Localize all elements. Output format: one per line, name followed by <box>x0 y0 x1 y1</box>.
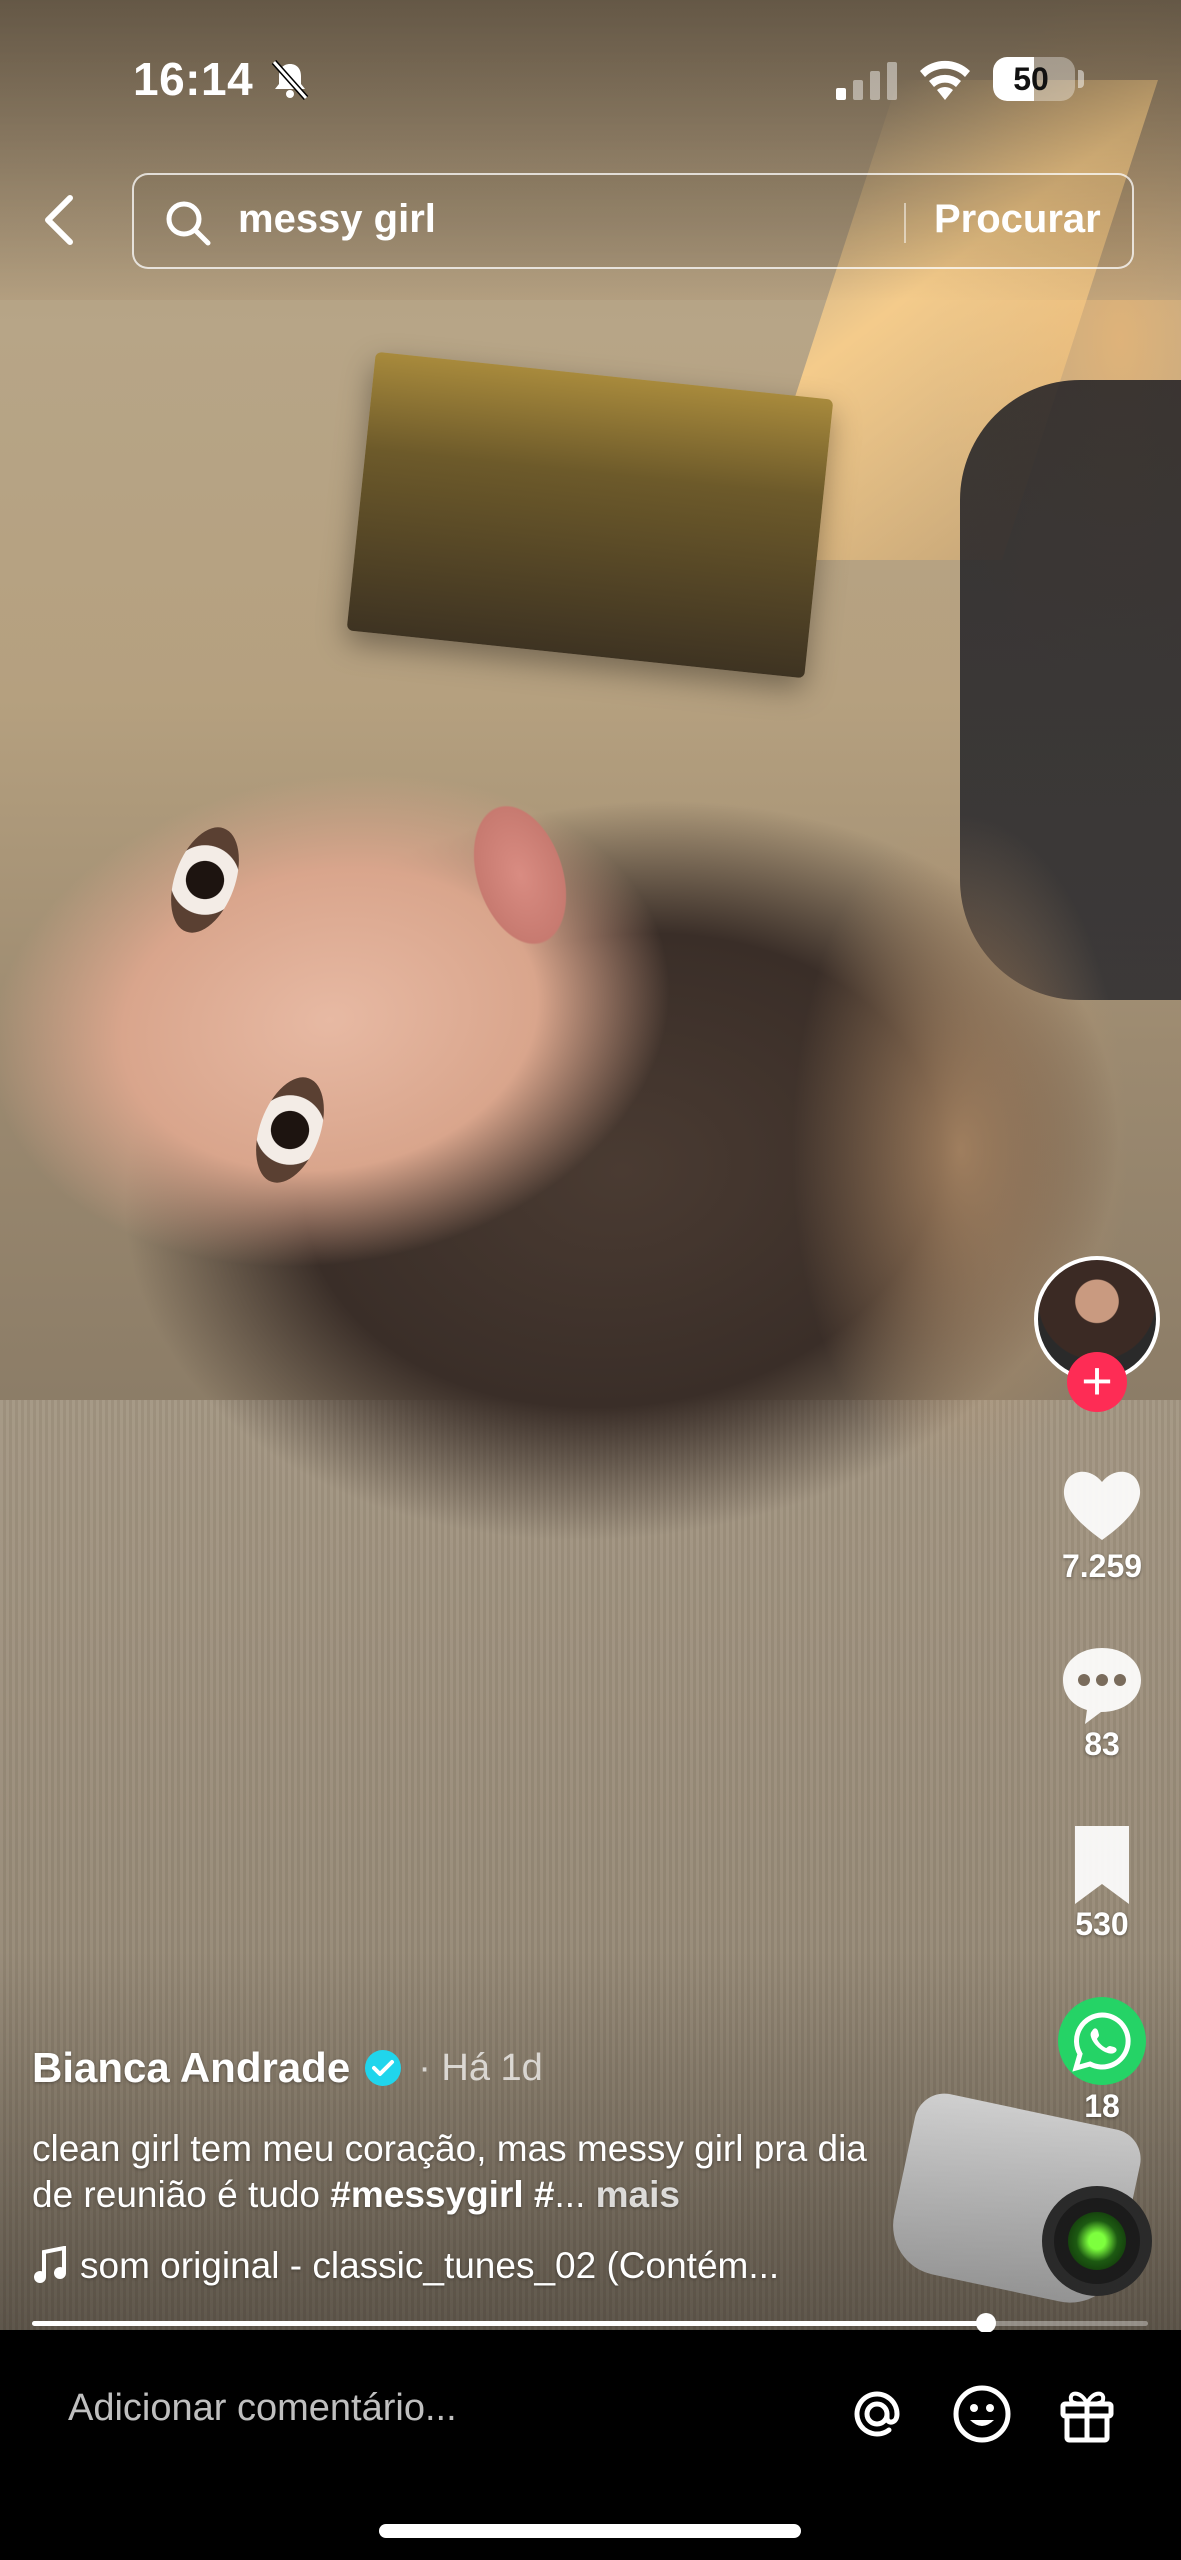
wifi-icon <box>920 60 970 100</box>
post-caption[interactable]: clean girl tem meu coração, mas messy gi… <box>32 2126 912 2218</box>
gift-icon[interactable] <box>1055 2382 1119 2446</box>
signal-icon <box>836 62 897 100</box>
save-count: 530 <box>1075 1906 1129 1942</box>
comment-icon[interactable] <box>1057 1640 1147 1730</box>
caption-more-link[interactable]: mais <box>596 2174 680 2215</box>
whatsapp-icon <box>1072 2012 1131 2072</box>
music-disc-cover <box>1068 2212 1126 2270</box>
search-input[interactable]: messy girl <box>238 197 436 242</box>
back-button[interactable] <box>30 185 90 255</box>
post-time: · Há 1d <box>418 2046 543 2089</box>
music-note-icon <box>34 2246 66 2283</box>
screen: 16:14 50 messy girl Procurar + 7.259 83 … <box>0 0 1181 2560</box>
follow-button[interactable]: + <box>1067 1352 1127 1412</box>
video-progress-thumb[interactable] <box>976 2313 997 2333</box>
comment-count: 83 <box>1084 1726 1120 1762</box>
caption-hashtag[interactable]: #messygirl # <box>330 2174 554 2215</box>
battery-tip <box>1078 70 1084 88</box>
share-whatsapp-button[interactable] <box>1058 1997 1146 2085</box>
sound-row[interactable]: som original - classic_tunes_02 (Contém.… <box>32 2245 779 2287</box>
like-count: 7.259 <box>1061 1548 1143 1584</box>
video-progress-bar[interactable] <box>32 2313 1148 2333</box>
music-disc-icon[interactable] <box>1042 2186 1152 2296</box>
verified-icon <box>365 2050 402 2086</box>
search-bar[interactable]: messy girl Procurar <box>132 173 1134 269</box>
bell-slash-icon <box>271 60 309 100</box>
status-time: 16:14 <box>133 53 254 105</box>
battery-percent: 50 <box>1013 61 1049 97</box>
search-divider <box>904 203 906 243</box>
video-progress-fill <box>32 2321 987 2326</box>
at-icon[interactable] <box>845 2382 909 2446</box>
caption-ellipsis: ... <box>554 2174 596 2215</box>
comment-input[interactable]: Adicionar comentário... <box>68 2387 457 2430</box>
bookmark-icon[interactable] <box>1057 1820 1147 1910</box>
search-submit-button[interactable]: Procurar <box>934 197 1101 242</box>
sound-name: som original - classic_tunes_02 (Contém.… <box>80 2245 780 2286</box>
heart-icon[interactable] <box>1057 1460 1147 1550</box>
share-count: 18 <box>1084 2088 1120 2124</box>
search-icon <box>166 201 211 246</box>
author-row: Bianca Andrade · Há 1d <box>32 2044 543 2092</box>
video-player[interactable] <box>0 0 1181 2330</box>
battery-indicator: 50 <box>993 57 1075 101</box>
author-name[interactable]: Bianca Andrade <box>32 2044 350 2092</box>
home-indicator[interactable] <box>379 2524 801 2538</box>
emoji-icon[interactable] <box>950 2382 1014 2446</box>
comment-bar: Adicionar comentário... <box>0 2332 1181 2560</box>
back-arrow-icon <box>45 195 73 245</box>
